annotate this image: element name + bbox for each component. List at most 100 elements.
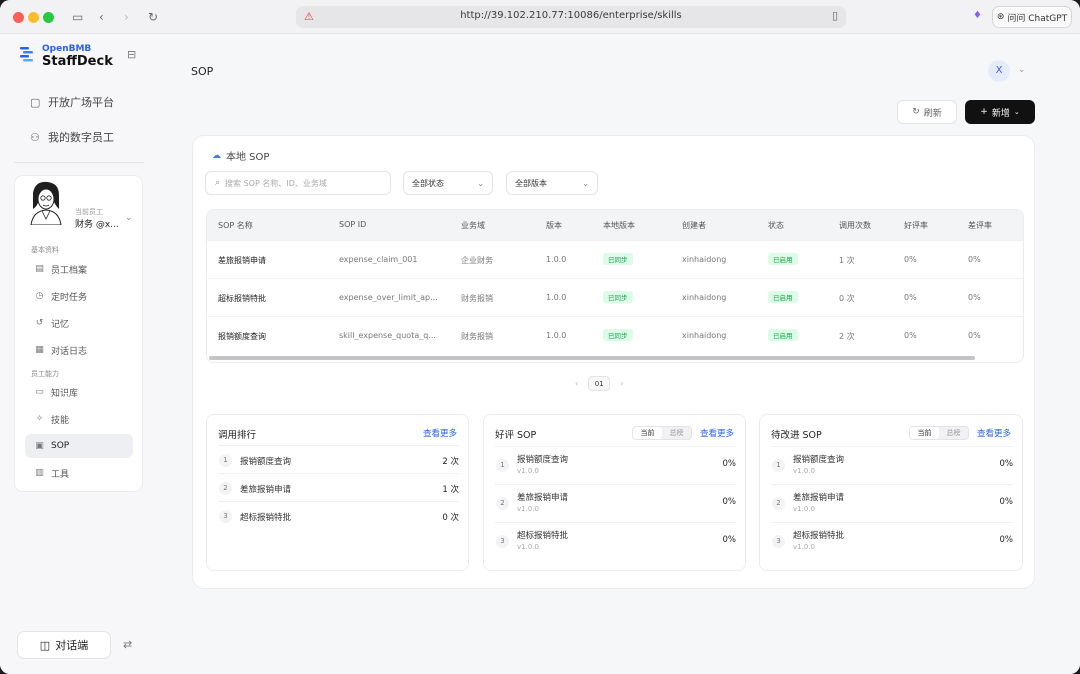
- rank-value: 0%: [722, 497, 737, 507]
- maximize-window-button[interactable]: [43, 12, 54, 23]
- menu-item-tools[interactable]: ▥ 工具: [25, 461, 133, 485]
- chevron-down-icon: ⌄: [477, 178, 484, 188]
- toggle-current[interactable]: 当前: [910, 427, 939, 439]
- user-avatar[interactable]: X: [988, 60, 1010, 82]
- rank-value: 0%: [999, 497, 1014, 507]
- forward-icon[interactable]: ›: [124, 9, 129, 25]
- table-row[interactable]: 差旅报销申请 expense_claim_001 企业财务 1.0.0 已同步 …: [207, 240, 1023, 278]
- rank-number: 2: [772, 497, 785, 510]
- chevron-down-icon[interactable]: ⌄: [1018, 65, 1026, 75]
- reload-icon[interactable]: ↻: [148, 9, 158, 25]
- chevron-down-icon: ⌄: [1013, 108, 1020, 116]
- section-abilities-label: 员工能力: [31, 370, 59, 378]
- rank-version: v1.0.0: [793, 505, 815, 513]
- menu-item-memory[interactable]: ↺ 记忆: [25, 311, 133, 335]
- nav-open-plaza[interactable]: ▢ 开放广场平台: [30, 94, 114, 110]
- menu-item-chat-logs[interactable]: ▦ 对话日志: [25, 338, 133, 362]
- swap-icon[interactable]: ⇄: [123, 638, 132, 651]
- rank-version: v1.0.0: [793, 467, 815, 475]
- current-employee-name[interactable]: 财务 @x...: [75, 217, 119, 230]
- horizontal-scrollbar[interactable]: [209, 356, 975, 360]
- status-badge: 已启用: [768, 253, 798, 265]
- ranking-toggle[interactable]: 当前 总榜: [632, 426, 692, 440]
- list-item[interactable]: 1 报销额度查询 v1.0.0 0%: [771, 446, 1013, 484]
- add-button[interactable]: + 新增 ⌄: [965, 100, 1035, 124]
- table-row[interactable]: 报销额度查询 skill_expense_quota_q... 财务报销 1.0…: [207, 316, 1023, 354]
- menu-item-skills[interactable]: ✧ 技能: [25, 407, 133, 431]
- bookmark-icon[interactable]: ▯: [832, 9, 838, 22]
- prev-page-icon[interactable]: ‹: [575, 379, 578, 388]
- rank-number: 1: [219, 454, 232, 467]
- list-item[interactable]: 2 差旅报销申请 1 次: [218, 473, 459, 501]
- nav-my-digital-staff[interactable]: ⚇ 我的数字员工: [30, 129, 114, 145]
- menu-item-scheduled-tasks[interactable]: ◷ 定时任务: [25, 284, 133, 308]
- address-bar[interactable]: ⚠ http://39.102.210.77:10086/enterprise/…: [296, 6, 846, 28]
- refresh-button[interactable]: ↻ 刷新: [897, 100, 957, 124]
- page-number[interactable]: 01: [588, 376, 611, 391]
- toggle-total[interactable]: 总榜: [939, 427, 968, 439]
- status-filter-select[interactable]: 全部状态 ⌄: [403, 171, 493, 195]
- list-item[interactable]: 1 报销额度查询 2 次: [218, 445, 459, 473]
- ranking-toggle[interactable]: 当前 总榜: [909, 426, 969, 440]
- list-item[interactable]: 3 超标报销特批 v1.0.0 0%: [771, 522, 1013, 560]
- cell-bad-rate: 0%: [968, 331, 981, 340]
- rank-version: v1.0.0: [517, 505, 539, 513]
- close-window-button[interactable]: [13, 12, 24, 23]
- card-title: 调用排行: [218, 430, 257, 441]
- cell-name: 超标报销特批: [218, 294, 266, 303]
- extension-icon[interactable]: ♦: [973, 10, 982, 21]
- list-item[interactable]: 2 差旅报销申请 v1.0.0 0%: [771, 484, 1013, 522]
- cell-creator: xinhaidong: [682, 255, 727, 264]
- rank-name: 报销额度查询: [517, 455, 569, 465]
- next-page-icon[interactable]: ›: [620, 379, 623, 388]
- menu-item-sop[interactable]: ▣ SOP: [25, 434, 133, 458]
- cell-bad-rate: 0%: [968, 255, 981, 264]
- ask-chatgpt-button[interactable]: ⊛ 问问 ChatGPT: [992, 6, 1072, 28]
- view-more-link[interactable]: 查看更多: [423, 427, 457, 439]
- menu-item-knowledge[interactable]: ▭ 知识库: [25, 380, 133, 404]
- section-basic-label: 基本资料: [31, 246, 59, 254]
- rank-name: 差旅报销申请: [793, 493, 845, 503]
- version-filter-select[interactable]: 全部版本 ⌄: [506, 171, 598, 195]
- col-header: 调用次数: [839, 221, 871, 230]
- plus-icon: +: [980, 107, 988, 117]
- chevron-down-icon[interactable]: ⌄: [125, 213, 133, 223]
- rank-value: 2 次: [442, 457, 459, 467]
- card-title: 待改进 SOP: [771, 430, 822, 441]
- table-row[interactable]: 超标报销特批 expense_over_limit_ap... 财务报销 1.0…: [207, 278, 1023, 316]
- col-header: 差评率: [968, 221, 992, 230]
- toggle-total[interactable]: 总榜: [662, 427, 691, 439]
- cell-name: 差旅报销申请: [218, 256, 266, 265]
- chat-client-button[interactable]: ◫ 对话端: [17, 631, 111, 659]
- list-item[interactable]: 2 差旅报销申请 v1.0.0 0%: [495, 484, 736, 522]
- menu-item-label: 记忆: [51, 319, 70, 330]
- rank-name: 超标报销特批: [793, 531, 845, 541]
- cell-domain: 财务报销: [461, 294, 493, 303]
- toolbox-icon: ▥: [35, 468, 44, 478]
- rank-name: 超标报销特批: [517, 531, 569, 541]
- cell-good-rate: 0%: [904, 331, 917, 340]
- cell-name: 报销额度查询: [218, 332, 266, 341]
- list-item[interactable]: 1 报销额度查询 v1.0.0 0%: [495, 446, 736, 484]
- view-more-link[interactable]: 查看更多: [977, 427, 1011, 439]
- sidebar: OpenBMB StaffDeck ⊟ ▢ 开放广场平台 ⚇ 我的数字员工 当前…: [0, 34, 157, 674]
- ask-chatgpt-label: 问问 ChatGPT: [1007, 13, 1068, 24]
- rank-number: 1: [496, 459, 509, 472]
- col-header: 业务域: [461, 221, 485, 230]
- local-sop-panel: ☁ 本地 SOP ⌕ 搜索 SOP 名称、ID、业务域 全部状态 ⌄ 全部版本 …: [192, 135, 1035, 589]
- cell-version: 1.0.0: [546, 331, 567, 340]
- avatar: [30, 181, 62, 225]
- sidebar-toggle-icon[interactable]: ▭: [72, 9, 83, 25]
- menu-item-label: 工具: [51, 469, 70, 480]
- rank-name: 超标报销特批: [240, 513, 292, 523]
- list-item[interactable]: 3 超标报销特批 v1.0.0 0%: [495, 522, 736, 560]
- collapse-sidebar-icon[interactable]: ⊟: [127, 48, 136, 61]
- minimize-window-button[interactable]: [28, 12, 39, 23]
- toggle-current[interactable]: 当前: [633, 427, 662, 439]
- list-item[interactable]: 3 超标报销特批 0 次: [218, 501, 459, 529]
- cell-domain: 财务报销: [461, 332, 493, 341]
- back-icon[interactable]: ‹: [99, 9, 104, 25]
- view-more-link[interactable]: 查看更多: [700, 427, 734, 439]
- menu-item-profile[interactable]: ▤ 员工档案: [25, 257, 133, 281]
- search-input[interactable]: ⌕ 搜索 SOP 名称、ID、业务域: [205, 171, 391, 195]
